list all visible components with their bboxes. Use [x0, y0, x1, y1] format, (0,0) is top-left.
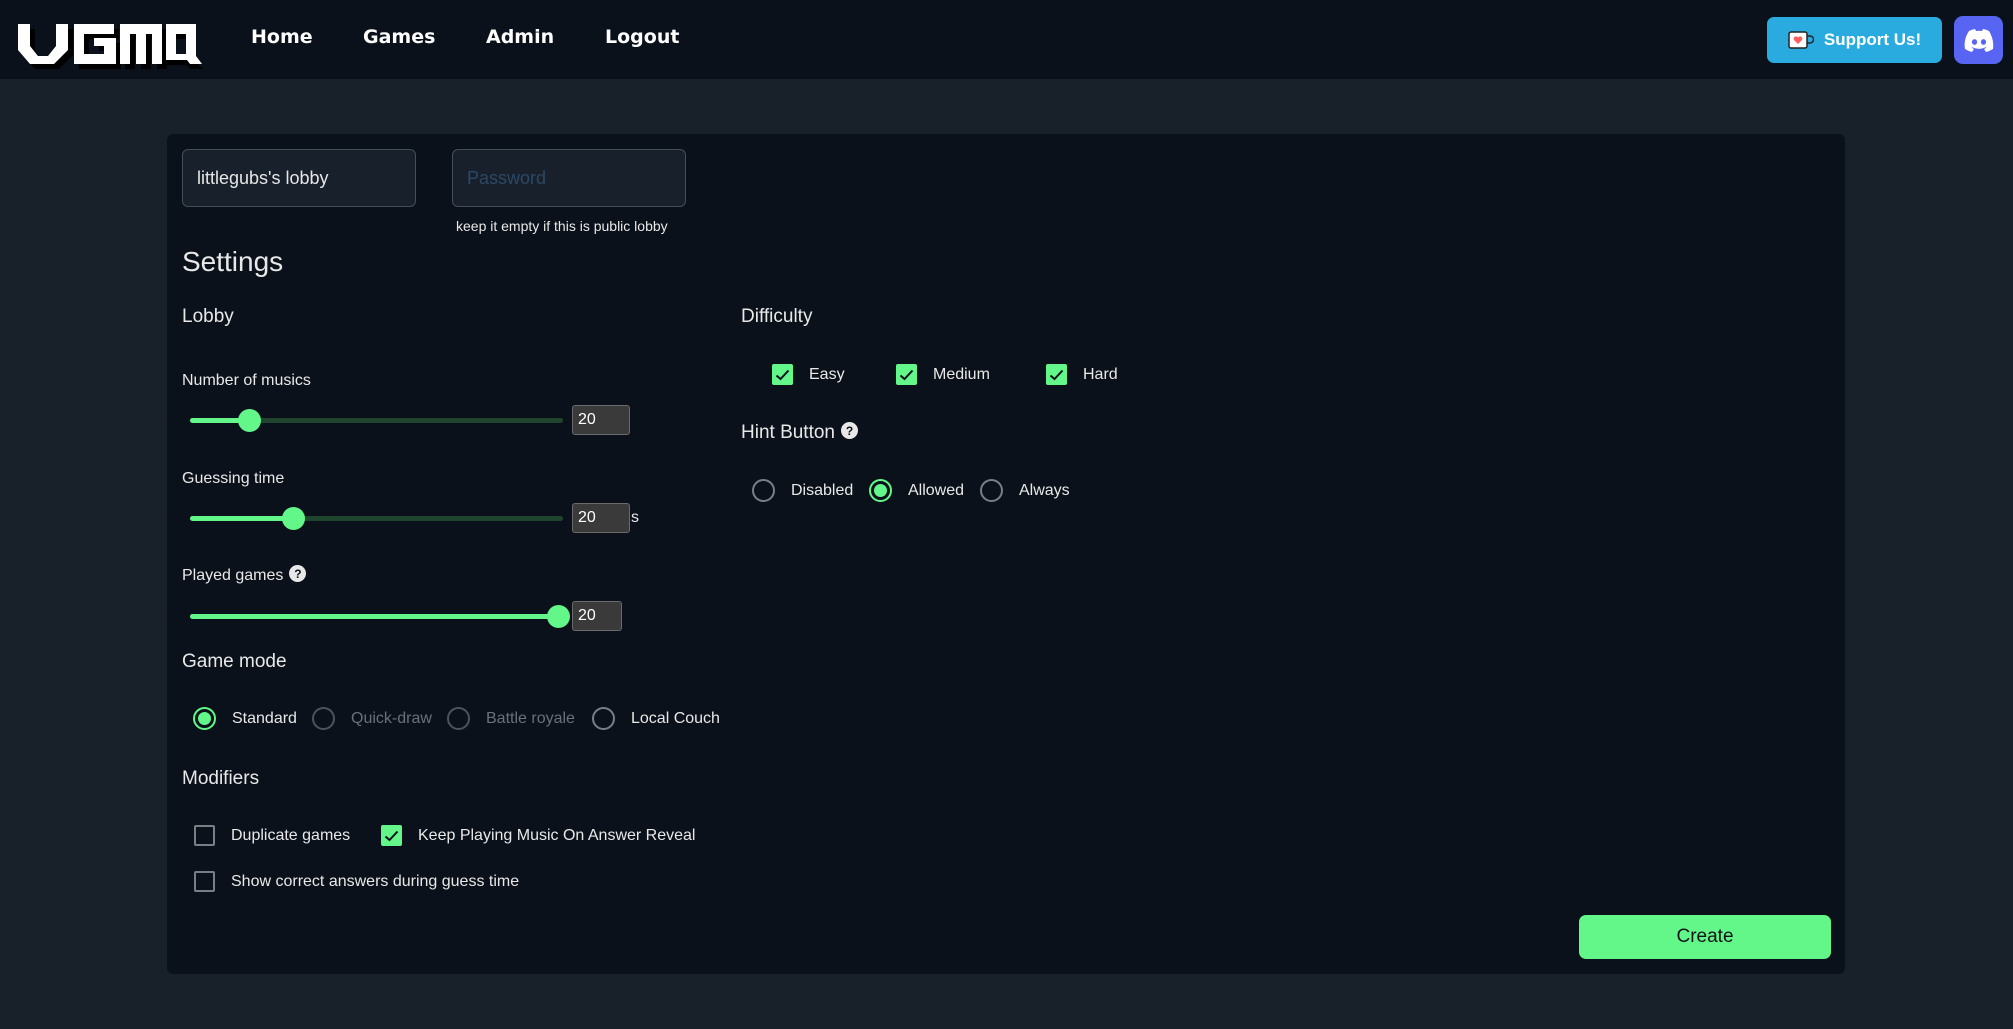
hint-always[interactable]: Always [980, 479, 1070, 502]
checkbox-icon[interactable] [896, 364, 917, 385]
checkbox-icon[interactable] [1046, 364, 1067, 385]
modifiers-heading: Modifiers [182, 768, 260, 789]
settings-heading: Settings [182, 246, 284, 277]
option-label: Standard [232, 709, 297, 727]
option-label: Hard [1083, 365, 1118, 383]
modifier-show-correct-answers[interactable]: Show correct answers during guess time [194, 871, 519, 892]
option-label: Duplicate games [231, 826, 351, 844]
checkbox-icon[interactable] [772, 364, 793, 385]
guessing-time-value[interactable]: 20 [572, 503, 630, 533]
difficulty-medium[interactable]: Medium [896, 364, 990, 385]
nav-home[interactable]: Home [251, 26, 313, 48]
radio-icon[interactable] [869, 479, 892, 502]
checkmark-icon [384, 830, 399, 841]
option-label: Always [1019, 481, 1070, 499]
number-of-musics-label: Number of musics [182, 372, 311, 389]
difficulty-heading: Difficulty [741, 306, 813, 327]
support-us-button[interactable]: Support Us! [1767, 17, 1942, 63]
support-us-label: Support Us! [1823, 30, 1922, 49]
discord-icon [1964, 28, 1993, 52]
game-mode-heading: Game mode [182, 651, 287, 672]
game-mode-local-couch[interactable]: Local Couch [592, 707, 720, 730]
option-label: Battle royale [486, 709, 575, 727]
option-label: Medium [933, 365, 990, 383]
nav-games[interactable]: Games [363, 26, 435, 48]
create-button[interactable]: Create [1579, 915, 1831, 959]
help-icon[interactable]: ? [841, 422, 858, 440]
create-lobby-panel [167, 134, 1845, 974]
game-mode-quick-draw[interactable]: Quick-draw [312, 707, 432, 730]
modifier-keep-playing-music[interactable]: Keep Playing Music On Answer Reveal [381, 825, 695, 846]
radio-icon[interactable] [193, 707, 216, 730]
hint-button-heading: Hint Button? [741, 422, 858, 444]
checkbox-icon[interactable] [381, 825, 402, 846]
lobby-name-input[interactable] [182, 149, 416, 207]
guessing-time-unit: s [631, 509, 639, 526]
help-icon[interactable]: ? [289, 565, 307, 583]
slider-thumb[interactable] [547, 605, 570, 628]
played-games-label-text: Played games [182, 567, 284, 584]
option-label: Easy [809, 365, 845, 383]
option-label: Show correct answers during guess time [231, 872, 520, 890]
radio-icon[interactable] [752, 479, 775, 502]
nav-admin[interactable]: Admin [486, 26, 554, 48]
discord-button[interactable] [1954, 16, 2003, 64]
slider-thumb[interactable] [282, 507, 306, 530]
played-games-slider[interactable] [190, 604, 570, 628]
checkbox-icon[interactable] [194, 825, 215, 846]
number-of-musics-slider[interactable] [190, 408, 563, 432]
password-hint: keep it empty if this is public lobby [456, 218, 668, 234]
slider-thumb[interactable] [237, 409, 261, 432]
guessing-time-slider[interactable] [190, 506, 563, 530]
nav-logout[interactable]: Logout [605, 26, 679, 48]
checkmark-icon [899, 369, 914, 380]
checkbox-icon[interactable] [194, 871, 215, 892]
difficulty-hard[interactable]: Hard [1046, 364, 1118, 385]
radio-icon[interactable] [312, 707, 335, 730]
password-input[interactable] [452, 149, 686, 207]
game-mode-standard[interactable]: Standard [193, 707, 297, 730]
hint-allowed[interactable]: Allowed [869, 479, 964, 502]
ko-fi-cup-icon [1788, 31, 1814, 49]
vgmq-logo[interactable] [12, 14, 204, 70]
option-label: Allowed [908, 481, 965, 499]
option-label: Local Couch [631, 709, 720, 727]
played-games-value[interactable]: 20 [572, 601, 622, 631]
guessing-time-label: Guessing time [182, 470, 285, 487]
navbar: Home Games Admin Logout Support Us! [0, 0, 2013, 79]
game-mode-battle-royale[interactable]: Battle royale [447, 707, 575, 730]
hint-button-heading-text: Hint Button [741, 422, 835, 443]
difficulty-easy[interactable]: Easy [772, 364, 845, 385]
modifier-duplicate-games[interactable]: Duplicate games [194, 825, 350, 846]
checkmark-icon [1049, 369, 1064, 380]
radio-icon[interactable] [447, 707, 470, 730]
radio-icon[interactable] [980, 479, 1003, 502]
radio-icon[interactable] [592, 707, 615, 730]
lobby-heading: Lobby [182, 306, 234, 327]
number-of-musics-value[interactable]: 20 [572, 405, 630, 435]
hint-disabled[interactable]: Disabled [752, 479, 853, 502]
option-label: Disabled [791, 481, 854, 499]
checkmark-icon [775, 369, 790, 380]
played-games-label: Played games? [182, 565, 307, 585]
option-label: Keep Playing Music On Answer Reveal [418, 826, 696, 844]
option-label: Quick-draw [351, 709, 432, 727]
